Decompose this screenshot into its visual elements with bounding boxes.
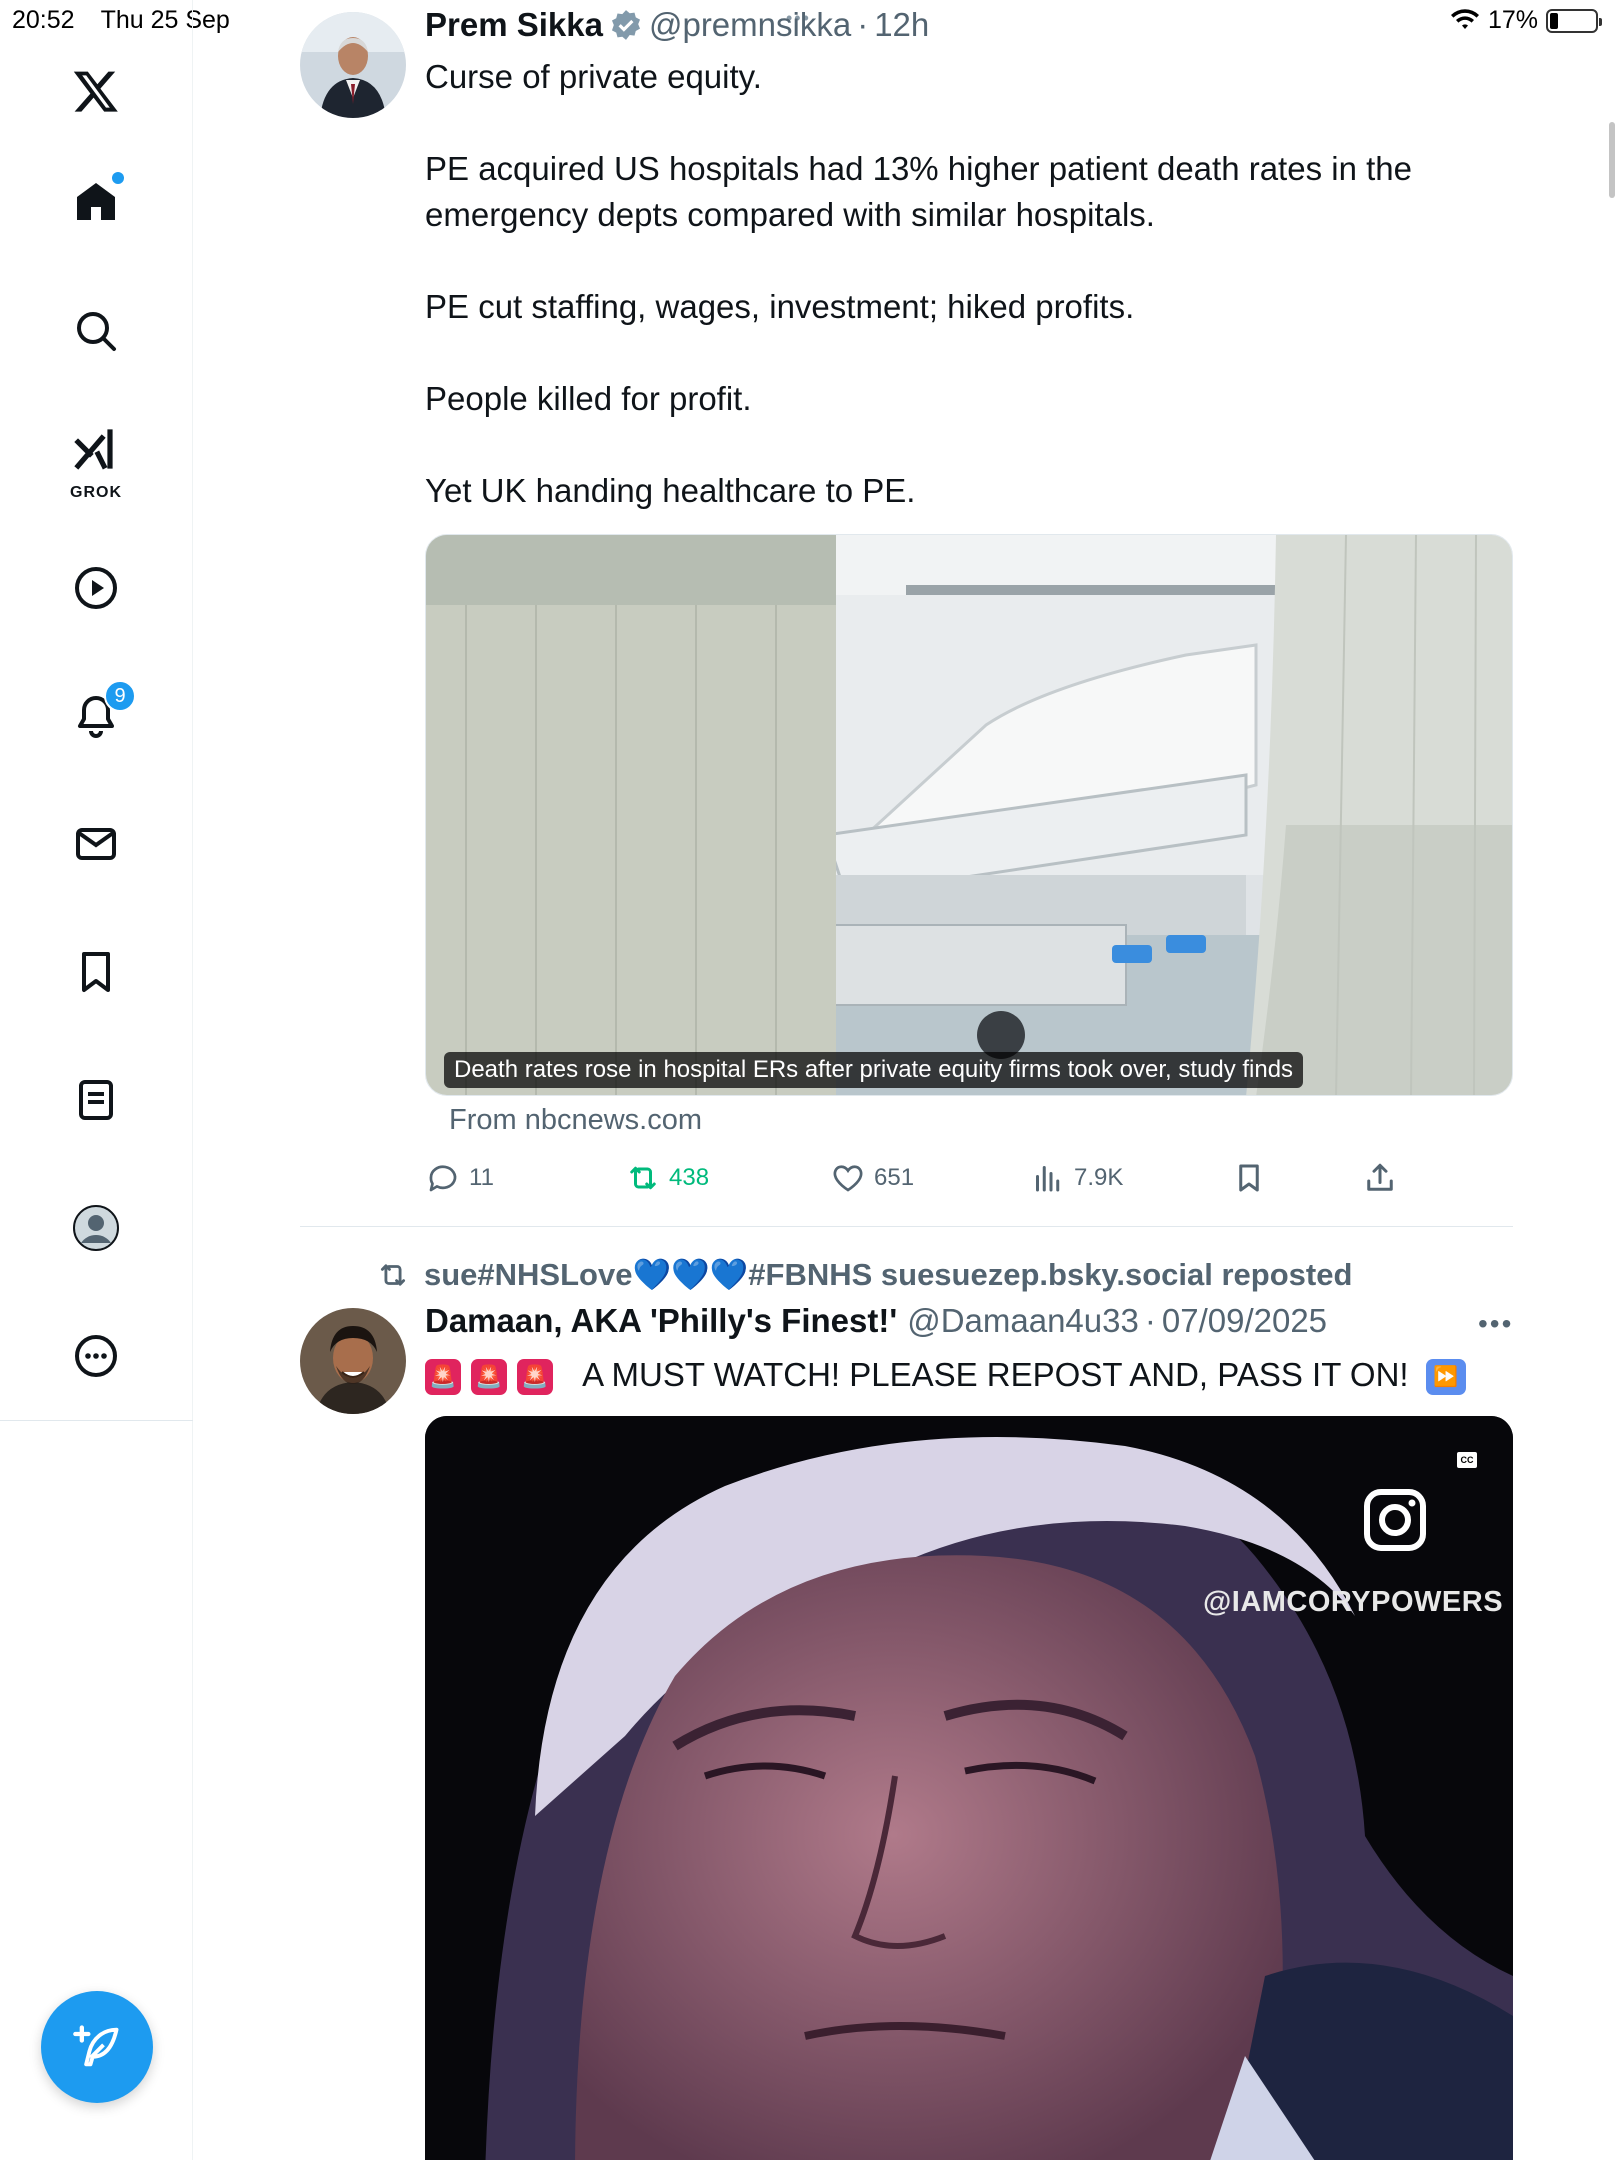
compose-post-button[interactable] <box>41 1991 153 2103</box>
more-options-icon[interactable] <box>62 1322 130 1390</box>
home-unread-dot <box>112 172 124 184</box>
reply-count: 11 <box>469 1164 494 1191</box>
blue-hearts: 💙💙💙 <box>632 1257 749 1292</box>
card-image <box>426 535 1512 1095</box>
author-name[interactable]: Damaan, AKA 'Philly's Finest!' <box>425 1302 897 1340</box>
video-frame <box>425 1416 1513 2160</box>
tweet-header: Prem Sikka @premnsikka · 12h <box>425 6 929 44</box>
tweet-time[interactable]: 07/09/2025 <box>1162 1302 1327 1340</box>
tweet-header: Damaan, AKA 'Philly's Finest!' @Damaan4u… <box>425 1302 1327 1340</box>
tweet-time[interactable]: 12h <box>874 6 929 44</box>
bookmark-icon <box>1239 1164 1259 1192</box>
view-count: 7.9K <box>1074 1164 1124 1191</box>
video-play-icon[interactable] <box>62 554 130 622</box>
wifi-icon <box>1450 8 1479 29</box>
author-handle[interactable]: @premnsikka <box>649 6 851 44</box>
grok-icon[interactable]: GROK <box>62 418 130 501</box>
messages-envelope-icon[interactable] <box>62 810 130 878</box>
link-card[interactable]: Death rates rose in hospital ERs after p… <box>425 534 1513 1096</box>
siren-emoji-icon: 🚨 <box>471 1359 507 1396</box>
bookmark-button[interactable] <box>1231 1160 1267 1196</box>
author-handle[interactable]: @Damaan4u33 <box>907 1302 1139 1340</box>
video-watermark: @IAMCORYPOWERS <box>1203 1586 1504 1618</box>
repost-count: 438 <box>669 1164 710 1191</box>
grok-label: GROK <box>70 484 122 501</box>
compose-feather-icon <box>73 2025 119 2067</box>
siren-emoji-icon: 🚨 <box>425 1359 461 1396</box>
card-source[interactable]: From nbcnews.com <box>449 1104 702 1137</box>
header-separator: · <box>857 6 869 43</box>
reply-button[interactable]: 11 <box>425 1160 494 1196</box>
share-button[interactable] <box>1362 1160 1398 1196</box>
header-separator: · <box>1144 1302 1156 1339</box>
repost-icon <box>380 1263 406 1286</box>
heart-icon <box>833 1165 863 1192</box>
scrollbar[interactable] <box>1609 122 1615 198</box>
like-count: 651 <box>874 1164 915 1191</box>
like-button[interactable]: 651 <box>830 1160 914 1196</box>
tweet-text-body: A MUST WATCH! PLEASE REPOST AND, PASS IT… <box>582 1356 1409 1393</box>
notifications-bell-icon[interactable]: 9 <box>62 680 136 750</box>
verified-badge-icon[interactable] <box>609 8 643 42</box>
tweet-text: 🚨 🚨 🚨 A MUST WATCH! PLEASE REPOST AND, PAS… <box>425 1352 1525 1398</box>
more-options-icon[interactable]: ••• <box>1478 1308 1513 1340</box>
profile-avatar-icon[interactable] <box>62 1194 130 1262</box>
share-icon <box>1367 1163 1393 1191</box>
tweet-divider <box>300 1226 1513 1227</box>
tweet-actions: 11 438 651 7.9K <box>425 1160 1515 1200</box>
home-icon[interactable] <box>62 168 130 236</box>
avatar[interactable] <box>300 1308 406 1414</box>
analytics-icon <box>1036 1166 1060 1192</box>
video-player[interactable]: CC @IAMCORYPOWERS <box>425 1416 1513 2160</box>
x-logo-icon[interactable] <box>62 57 130 125</box>
card-caption: Death rates rose in hospital ERs after p… <box>444 1052 1304 1088</box>
fast-forward-emoji-icon: ⏩ <box>1425 1359 1466 1396</box>
author-name[interactable]: Prem Sikka <box>425 6 603 44</box>
reposted-by-line[interactable]: sue#NHSLove💙💙💙#FBNHS suesuezep.bsky.soci… <box>376 1256 1352 1293</box>
avatar[interactable] <box>300 12 406 118</box>
views-button[interactable]: 7.9K <box>1030 1160 1123 1196</box>
repost-button[interactable]: 438 <box>625 1160 709 1196</box>
sidebar-divider <box>0 1420 193 1421</box>
reposter-name: sue#NHSLove <box>424 1257 633 1292</box>
sidebar: GROK 9 <box>0 0 193 2160</box>
closed-captions-icon[interactable]: CC <box>1457 1452 1477 1468</box>
tweet-text: Curse of private equity. PE acquired US … <box>425 58 1412 509</box>
reposter-suffix: #FBNHS suesuezep.bsky.social reposted <box>748 1257 1353 1292</box>
bookmarks-icon[interactable] <box>62 938 130 1006</box>
battery-icon <box>1546 8 1602 33</box>
repost-icon <box>630 1166 656 1190</box>
siren-emoji-icon: 🚨 <box>517 1359 553 1396</box>
status-bar-right: 17% <box>1450 6 1602 35</box>
notification-badge: 9 <box>104 680 136 712</box>
reply-icon <box>429 1165 457 1192</box>
battery-percent: 17% <box>1487 6 1538 34</box>
search-icon[interactable] <box>62 297 130 365</box>
lists-icon[interactable] <box>62 1066 130 1134</box>
